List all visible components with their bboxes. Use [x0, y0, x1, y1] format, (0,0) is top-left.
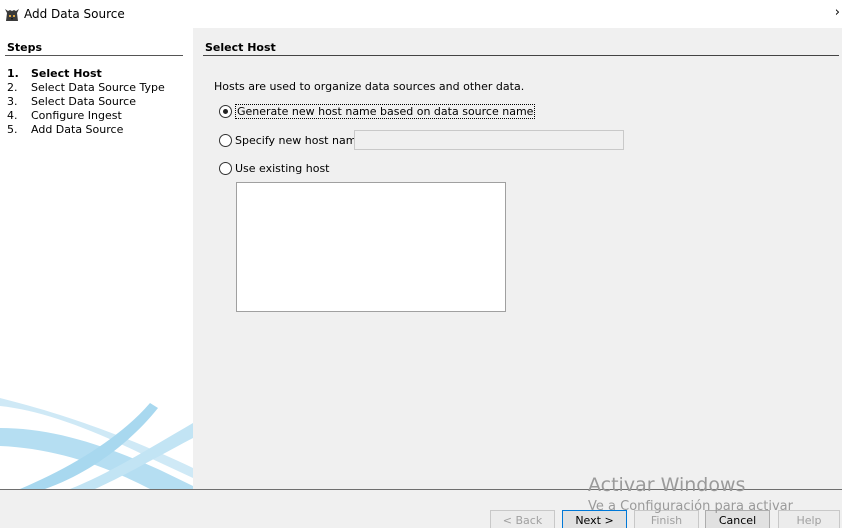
existing-host-label[interactable]: Use existing host — [235, 162, 329, 175]
select-host-panel: Select Host Hosts are used to organize d… — [193, 28, 842, 489]
step-item-configure-ingest: 4. Configure Ingest — [7, 109, 122, 122]
step-item-select-data-source-type: 2. Select Data Source Type — [7, 81, 165, 94]
existing-host-radio[interactable] — [219, 161, 232, 175]
existing-host-list[interactable] — [236, 182, 506, 312]
dog-icon — [5, 9, 19, 21]
step-label: Add Data Source — [31, 123, 124, 136]
activation-watermark: Activar Windows — [588, 474, 746, 496]
specify-host-option[interactable]: Specify new host name — [219, 132, 363, 148]
step-label: Select Data Source Type — [31, 81, 165, 94]
back-button[interactable]: < Back — [490, 510, 555, 528]
steps-list: 1. Select Host 2. Select Data Source Type … — [7, 67, 165, 137]
step-label: Configure Ingest — [31, 109, 122, 122]
existing-host-option[interactable]: Use existing host — [219, 160, 329, 176]
generate-host-radio[interactable] — [219, 104, 232, 118]
steps-heading: Steps — [7, 41, 43, 54]
panel-divider — [203, 55, 839, 56]
step-label: Select Data Source — [31, 95, 136, 108]
title-bar: Add Data Source › — [0, 0, 842, 28]
generate-host-option[interactable]: Generate new host name based on data sou… — [219, 103, 536, 119]
activation-watermark-subtitle: Ve a Configuración para activar — [588, 499, 793, 514]
panel-title: Select Host — [205, 41, 276, 54]
steps-divider — [5, 55, 183, 56]
window-title: Add Data Source — [24, 7, 125, 21]
specify-host-radio[interactable] — [219, 133, 232, 147]
chevron-right-icon[interactable]: › — [835, 5, 840, 20]
decorative-swoosh — [0, 398, 193, 489]
step-item-select-host: 1. Select Host — [7, 67, 102, 80]
generate-host-label[interactable]: Generate new host name based on data sou… — [235, 103, 536, 119]
step-item-add-data-source: 5. Add Data Source — [7, 123, 124, 136]
specify-host-label[interactable]: Specify new host name — [235, 134, 363, 147]
intro-text: Hosts are used to organize data sources … — [214, 80, 525, 93]
steps-pane: Steps 1. Select Host 2. Select Data Source… — [0, 28, 193, 489]
step-item-select-data-source: 3. Select Data Source — [7, 95, 136, 108]
host-name-field[interactable] — [354, 130, 624, 150]
step-label: Select Host — [31, 67, 102, 80]
